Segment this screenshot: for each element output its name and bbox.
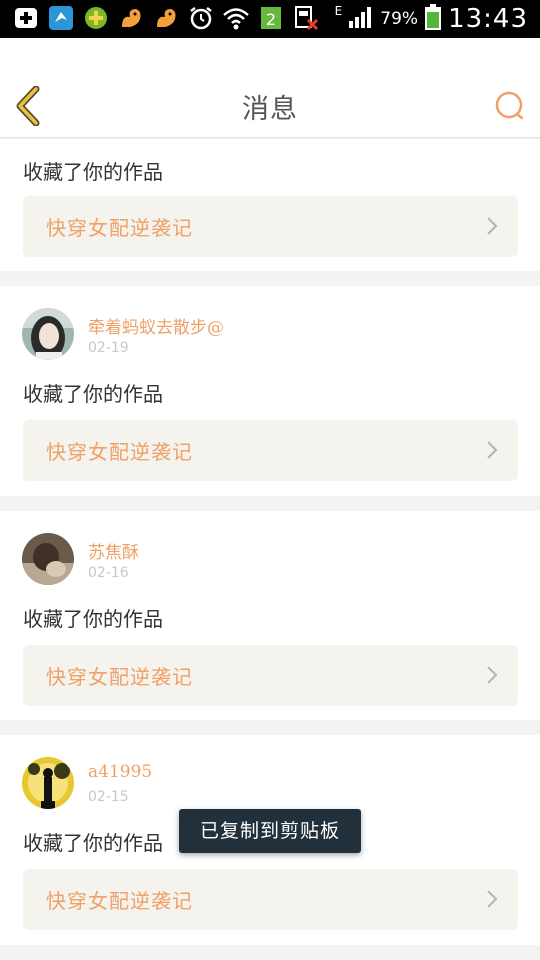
- chevron-right-icon: [487, 217, 498, 235]
- message-action-text: 收藏了你的作品: [23, 831, 163, 855]
- signal-icon: [348, 5, 374, 33]
- message-card: 收藏了你的作品 快穿女配逆袭记: [0, 139, 540, 271]
- page-title: 消息: [242, 94, 298, 125]
- app-bird-icon: [47, 4, 75, 32]
- work-link[interactable]: 快穿女配逆袭记: [23, 196, 518, 257]
- chevron-right-icon: [487, 441, 498, 459]
- work-link[interactable]: 快穿女配逆袭记: [23, 420, 518, 481]
- work-link[interactable]: 快穿女配逆袭记: [23, 645, 518, 706]
- avatar[interactable]: [22, 533, 74, 585]
- network-type-label: E: [334, 4, 343, 18]
- message-date: 02-16: [88, 565, 129, 581]
- work-title: 快穿女配逆袭记: [46, 889, 193, 913]
- message-card: 牵着蚂蚁去散步@ 02-19 收藏了你的作品 快穿女配逆袭记: [0, 286, 540, 496]
- clock: 13:43: [448, 4, 528, 34]
- avatar[interactable]: [22, 308, 74, 360]
- squirrel-icon: [117, 4, 145, 32]
- search-icon: [495, 91, 524, 120]
- search-button[interactable]: [494, 90, 526, 122]
- header-bar: 消息: [0, 38, 540, 138]
- status-bar: 2 E 79% 13:43: [0, 0, 540, 38]
- avatar[interactable]: [22, 757, 74, 809]
- work-title: 快穿女配逆袭记: [46, 216, 193, 240]
- toast-message: 已复制到剪贴板: [179, 809, 361, 853]
- work-title: 快穿女配逆袭记: [46, 665, 193, 689]
- work-title: 快穿女配逆袭记: [46, 440, 193, 464]
- alarm-icon: [187, 4, 215, 32]
- squirrel-icon: [152, 4, 180, 32]
- plus-box-icon: [12, 4, 40, 32]
- message-action-text: 收藏了你的作品: [23, 160, 163, 184]
- chevron-right-icon: [487, 890, 498, 908]
- wifi-icon: [222, 4, 250, 32]
- sim-2-icon: 2: [257, 4, 285, 32]
- message-date: 02-15: [88, 789, 129, 805]
- battery-percent: 79%: [380, 9, 419, 29]
- message-date: 02-19: [88, 340, 129, 356]
- battery-icon: [424, 3, 442, 35]
- message-action-text: 收藏了你的作品: [23, 607, 163, 631]
- username[interactable]: 牵着蚂蚁去散步@: [88, 313, 224, 338]
- message-card: 苏焦酥 02-16 收藏了你的作品 快穿女配逆袭记: [0, 511, 540, 720]
- username[interactable]: 苏焦酥: [88, 538, 139, 563]
- game-icon: [82, 4, 110, 32]
- work-link[interactable]: 快穿女配逆袭记: [23, 869, 518, 930]
- chevron-right-icon: [487, 666, 498, 684]
- username[interactable]: a41995: [88, 762, 152, 782]
- sim-disabled-icon: [292, 4, 320, 32]
- sim-number: 2: [266, 10, 276, 29]
- message-action-text: 收藏了你的作品: [23, 382, 163, 406]
